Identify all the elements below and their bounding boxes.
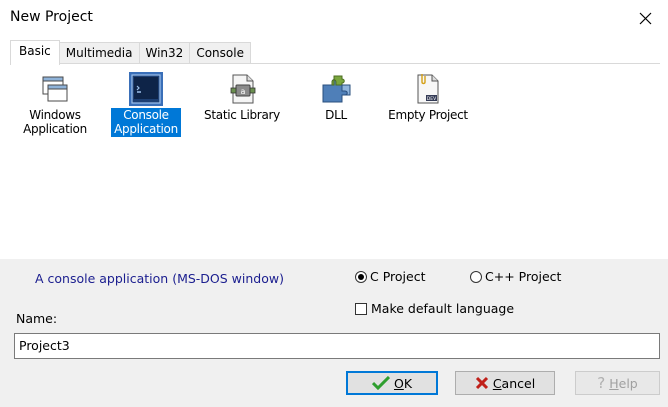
template-description: A console application (MS-DOS window) xyxy=(35,271,284,286)
cancel-button[interactable]: Cancel xyxy=(455,371,555,395)
static-library-icon: a xyxy=(225,72,259,106)
help-label: Help xyxy=(609,375,638,391)
template-console-application[interactable]: Console Application xyxy=(107,72,185,137)
template-label: Windows Application xyxy=(23,108,87,136)
new-project-dialog: New Project Basic Multimedia Win32 Conso… xyxy=(0,0,668,407)
title-bar: New Project xyxy=(0,0,668,36)
tab-multimedia[interactable]: Multimedia xyxy=(59,42,140,64)
windows-application-icon xyxy=(38,72,72,106)
radio-label: C Project xyxy=(370,269,426,284)
template-empty-project[interactable]: DEV Empty Project xyxy=(388,72,468,122)
template-static-library[interactable]: a Static Library xyxy=(203,72,281,122)
help-question-icon: ? xyxy=(597,374,606,392)
window-title: New Project xyxy=(10,9,93,25)
radio-selected-dot xyxy=(358,273,364,280)
dll-puzzle-icon xyxy=(319,72,353,106)
close-icon xyxy=(639,12,651,24)
templates-panel: Windows Application Console Application xyxy=(10,63,660,260)
template-label: Console Application xyxy=(111,108,181,137)
help-button[interactable]: ? Help xyxy=(575,371,660,395)
svg-text:a: a xyxy=(241,87,246,96)
tab-win32[interactable]: Win32 xyxy=(139,42,191,64)
close-button[interactable] xyxy=(622,0,668,36)
template-label: DLL xyxy=(325,108,347,122)
svg-text:DEV: DEV xyxy=(427,96,437,102)
empty-project-icon: DEV xyxy=(411,72,445,106)
template-label: Empty Project xyxy=(388,108,468,122)
cancel-label: Cancel xyxy=(492,375,536,391)
cancel-x-icon xyxy=(475,376,488,390)
options-area: A console application (MS-DOS window) C … xyxy=(0,259,668,407)
ok-label: OK xyxy=(393,375,413,391)
console-application-icon xyxy=(129,72,163,106)
template-label: Static Library xyxy=(204,108,280,122)
tab-console[interactable]: Console xyxy=(190,42,251,64)
checkbox-box[interactable] xyxy=(355,302,367,315)
radio-label: C++ Project xyxy=(485,269,562,284)
tab-basic[interactable]: Basic xyxy=(10,40,60,65)
ok-button[interactable]: OK xyxy=(346,371,438,395)
template-dll[interactable]: DLL xyxy=(297,72,375,122)
radio-c-project[interactable]: C Project xyxy=(355,269,425,284)
radio-button[interactable] xyxy=(470,270,482,283)
template-windows-application[interactable]: Windows Application xyxy=(16,72,94,136)
radio-cpp-project[interactable]: C++ Project xyxy=(470,269,561,284)
check-icon xyxy=(371,376,390,390)
radio-button[interactable] xyxy=(355,270,367,283)
name-label: Name: xyxy=(16,311,58,326)
tab-strip: Basic Multimedia Win32 Console xyxy=(10,40,251,65)
make-default-language-checkbox[interactable]: Make default language xyxy=(355,301,514,316)
project-name-input[interactable]: Project3 xyxy=(14,333,660,359)
checkbox-label: Make default language xyxy=(371,301,515,316)
